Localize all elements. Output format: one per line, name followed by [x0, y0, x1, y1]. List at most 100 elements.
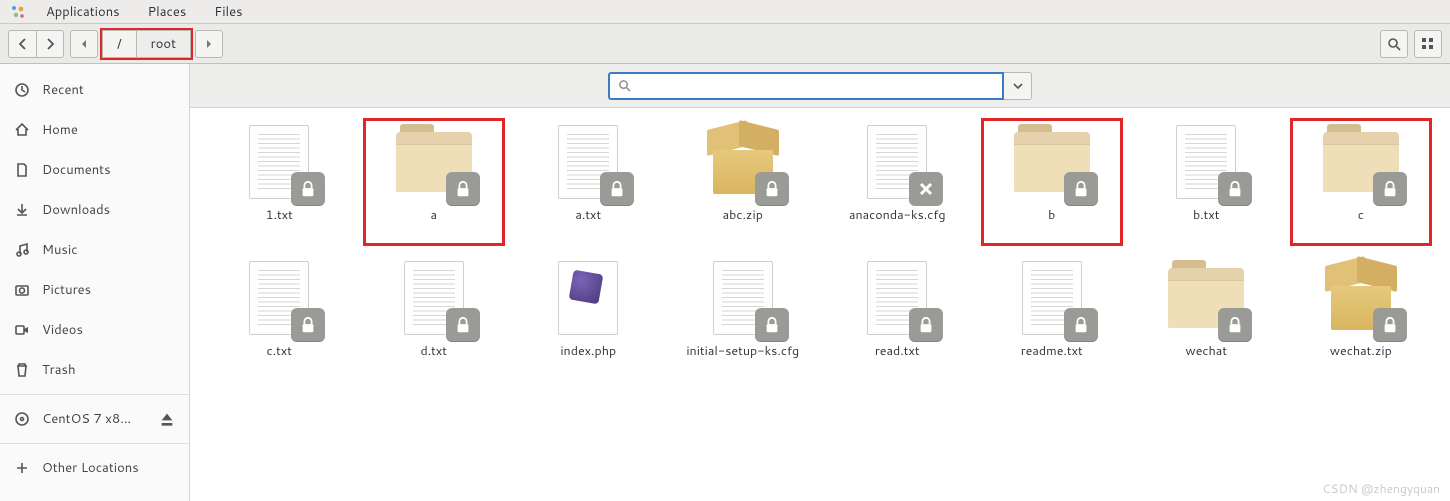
- file-type-icon: [703, 258, 783, 338]
- chevron-left-icon: [17, 38, 29, 50]
- file-label: b.txt: [1193, 206, 1220, 224]
- back-button[interactable]: [8, 30, 36, 58]
- sidebar-item-label: Home: [42, 121, 78, 139]
- file-item[interactable]: b.txt: [1131, 118, 1282, 250]
- sidebar-item-label: Other Locations: [42, 459, 139, 477]
- sidebar: Recent Home Documents Downloads Music Pi…: [0, 64, 190, 501]
- file-item[interactable]: a: [359, 118, 510, 250]
- sidebar-other-locations[interactable]: Other Locations: [0, 448, 189, 488]
- file-item[interactable]: a.txt: [513, 118, 664, 250]
- disc-icon: [14, 411, 30, 427]
- triangle-left-icon: [80, 39, 88, 49]
- sidebar-item-label: CentOS 7 x8…: [42, 410, 131, 428]
- no-access-icon: [909, 172, 943, 206]
- file-item[interactable]: wechat: [1131, 254, 1282, 386]
- file-type-icon: [1012, 258, 1092, 338]
- file-label: a: [430, 206, 437, 224]
- panel-menu-places[interactable]: Places: [134, 0, 201, 23]
- sidebar-item-videos[interactable]: Videos: [0, 310, 189, 350]
- sidebar-item-label: Videos: [42, 321, 83, 339]
- file-label: read.txt: [875, 342, 920, 360]
- file-label: abc.zip: [723, 206, 763, 224]
- nav-history-group: [8, 30, 64, 58]
- path-prev-button[interactable]: [70, 30, 98, 58]
- sidebar-item-label: Music: [42, 241, 78, 259]
- breadcrumb-root[interactable]: /: [102, 30, 136, 58]
- search-button[interactable]: [1380, 30, 1408, 58]
- sidebar-item-documents[interactable]: Documents: [0, 150, 189, 190]
- sidebar-device-centos[interactable]: CentOS 7 x8…: [0, 399, 189, 439]
- search-filter-dropdown[interactable]: [1004, 72, 1032, 100]
- file-label: readme.txt: [1021, 342, 1083, 360]
- video-icon: [14, 322, 30, 338]
- file-type-icon: [703, 122, 783, 202]
- gnome-panel: Applications Places Files: [0, 0, 1450, 24]
- trash-icon: [14, 362, 30, 378]
- file-label: 1.txt: [266, 206, 293, 224]
- file-item[interactable]: 1.txt: [204, 118, 355, 250]
- file-item[interactable]: abc.zip: [668, 118, 819, 250]
- file-type-icon: [394, 258, 474, 338]
- file-type-icon: [1321, 258, 1401, 338]
- file-item[interactable]: b: [977, 118, 1128, 250]
- view-options-button[interactable]: [1414, 30, 1442, 58]
- sidebar-item-downloads[interactable]: Downloads: [0, 190, 189, 230]
- breadcrumb-current[interactable]: root: [136, 30, 191, 58]
- sidebar-item-music[interactable]: Music: [0, 230, 189, 270]
- file-type-icon: [239, 258, 319, 338]
- file-type-icon: [1321, 122, 1401, 202]
- sidebar-item-pictures[interactable]: Pictures: [0, 270, 189, 310]
- file-type-icon: [1166, 122, 1246, 202]
- file-item[interactable]: readme.txt: [977, 254, 1128, 386]
- file-label: b: [1048, 206, 1055, 224]
- file-label: c.txt: [267, 342, 292, 360]
- lock-icon: [1218, 308, 1252, 342]
- camera-icon: [14, 282, 30, 298]
- sidebar-item-trash[interactable]: Trash: [0, 350, 189, 390]
- lock-icon: [600, 172, 634, 206]
- sidebar-item-label: Pictures: [42, 281, 91, 299]
- file-label: wechat.zip: [1330, 342, 1392, 360]
- sidebar-divider: [0, 443, 189, 444]
- file-item[interactable]: c: [1286, 118, 1437, 250]
- file-item[interactable]: c.txt: [204, 254, 355, 386]
- chevron-right-icon: [44, 38, 56, 50]
- file-item[interactable]: d.txt: [359, 254, 510, 386]
- file-type-icon: [857, 122, 937, 202]
- file-item[interactable]: read.txt: [822, 254, 973, 386]
- search-icon: [1387, 37, 1401, 51]
- search-input-wrapper[interactable]: [608, 72, 1004, 100]
- file-label: a.txt: [575, 206, 601, 224]
- sidebar-divider: [0, 394, 189, 395]
- path-next-button[interactable]: [195, 30, 223, 58]
- plus-icon: [14, 460, 30, 476]
- panel-menu-files[interactable]: Files: [200, 0, 256, 23]
- lock-icon: [291, 172, 325, 206]
- chevron-down-icon: [1013, 83, 1023, 89]
- panel-menu-applications[interactable]: Applications: [32, 0, 134, 23]
- file-item[interactable]: initial-setup-ks.cfg: [668, 254, 819, 386]
- lock-icon: [1373, 172, 1407, 206]
- lock-icon: [755, 308, 789, 342]
- file-label: c: [1358, 206, 1364, 224]
- sidebar-item-label: Recent: [42, 81, 84, 99]
- clock-icon: [14, 82, 30, 98]
- file-grid[interactable]: 1.txt a a.txt abc.zip anaconda-ks.cfg b b.txt c…: [190, 108, 1450, 501]
- lock-icon: [1373, 308, 1407, 342]
- sidebar-item-label: Trash: [42, 361, 76, 379]
- forward-button[interactable]: [36, 30, 64, 58]
- activities-logo-icon: [10, 4, 26, 20]
- lock-icon: [755, 172, 789, 206]
- document-icon: [14, 162, 30, 178]
- eject-icon[interactable]: [159, 411, 175, 427]
- file-type-icon: [548, 122, 628, 202]
- file-item[interactable]: anaconda-ks.cfg: [822, 118, 973, 250]
- search-input[interactable]: [631, 77, 994, 95]
- sidebar-item-label: Documents: [42, 161, 111, 179]
- content-area: 1.txt a a.txt abc.zip anaconda-ks.cfg b b.txt c…: [190, 64, 1450, 501]
- file-item[interactable]: wechat.zip: [1286, 254, 1437, 386]
- lock-icon: [909, 308, 943, 342]
- sidebar-item-home[interactable]: Home: [0, 110, 189, 150]
- file-item[interactable]: index.php: [513, 254, 664, 386]
- sidebar-item-recent[interactable]: Recent: [0, 70, 189, 110]
